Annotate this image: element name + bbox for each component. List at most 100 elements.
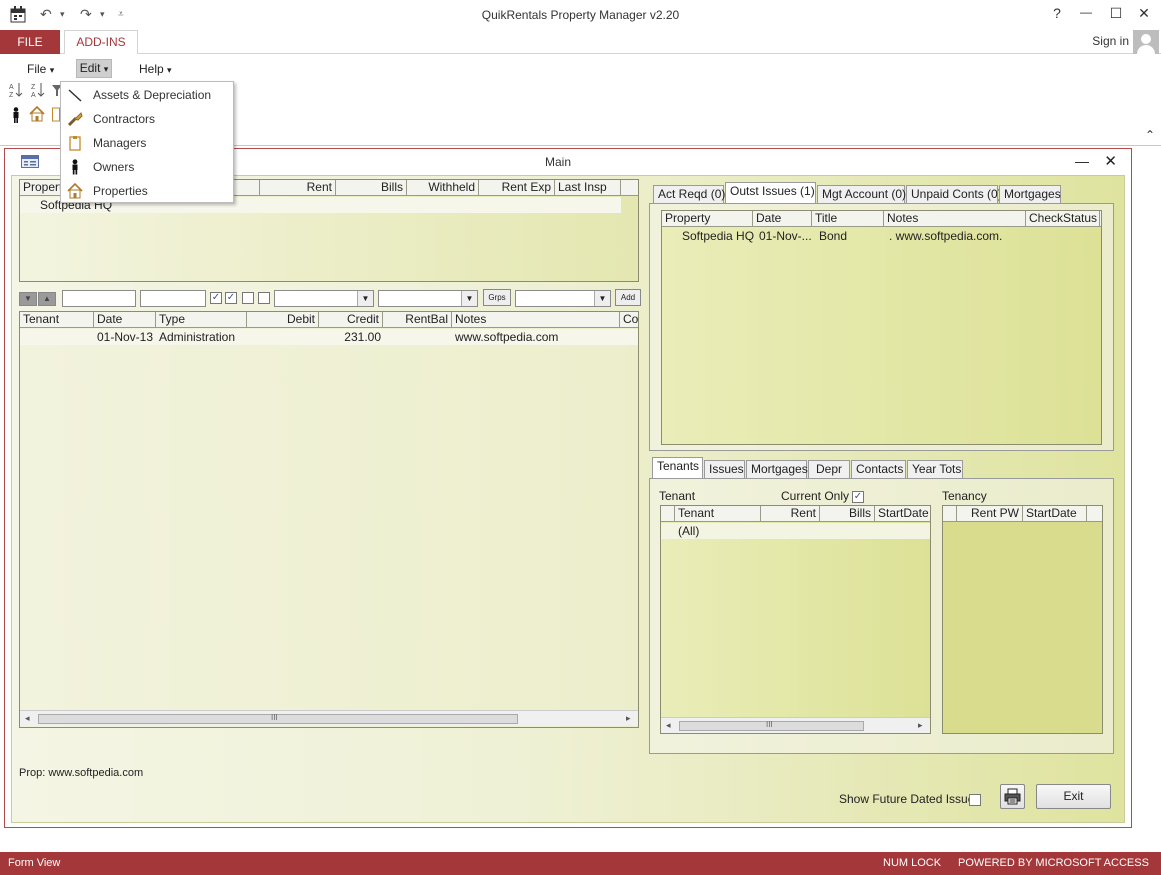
close-button[interactable]: ✕ <box>1132 5 1156 22</box>
print-button[interactable] <box>1000 784 1025 809</box>
table-row[interactable]: (All) <box>661 523 930 539</box>
filter-checkbox-4[interactable] <box>258 292 270 304</box>
form-close-button[interactable]: ✕ <box>1104 152 1117 170</box>
minimize-button[interactable]: — <box>1074 5 1098 19</box>
column-header-notes[interactable]: Notes <box>452 312 620 328</box>
column-header-withheld[interactable]: Withheld <box>407 180 479 196</box>
collapse-ribbon-icon[interactable]: ⌃ <box>1145 128 1155 142</box>
tab-tenants[interactable]: Tenants <box>652 457 703 478</box>
menu-item-managers[interactable]: Managers <box>61 131 233 155</box>
column-header-notes[interactable]: Notes <box>884 211 1026 227</box>
scroll-thumb[interactable]: III <box>38 713 518 724</box>
form-minimize-button[interactable]: — <box>1075 153 1089 169</box>
tenant-hscrollbar[interactable]: ◂ III ▸ <box>661 717 930 733</box>
menu-item-assets-depreciation[interactable]: Assets & Depreciation <box>61 83 233 107</box>
tenant-label: Tenant <box>659 489 696 503</box>
sort-up-button[interactable]: ▲ <box>38 292 56 306</box>
column-header-checkstatus[interactable]: CheckStatus <box>1026 211 1100 227</box>
table-row[interactable]: Softpedia HQ 01-Nov-... Bond . www.softp… <box>662 228 1101 244</box>
managers-icon[interactable] <box>52 106 60 122</box>
tab-issues[interactable]: Issues <box>704 460 745 478</box>
groups-button[interactable]: Grps <box>483 289 511 306</box>
sign-in-link[interactable]: Sign in <box>1092 34 1129 48</box>
show-future-issues-checkbox[interactable] <box>969 794 981 806</box>
svg-text:A: A <box>9 84 14 91</box>
user-avatar-icon[interactable] <box>1133 30 1159 56</box>
menu-item-contractors[interactable]: Contractors <box>61 107 233 131</box>
scroll-right-icon[interactable]: ▸ <box>918 720 923 731</box>
add-button[interactable]: Add <box>615 289 641 306</box>
scroll-thumb[interactable]: III <box>679 720 864 731</box>
sort-descending-icon[interactable]: ZA <box>31 82 45 99</box>
column-header-tenant[interactable]: Tenant <box>20 312 94 328</box>
file-menu[interactable]: File ▾ <box>27 62 54 76</box>
current-only-checkbox[interactable]: ✓ <box>852 491 864 503</box>
maximize-button[interactable]: ☐ <box>1104 5 1128 22</box>
tab-act-reqd[interactable]: Act Reqd (0) <box>653 185 725 203</box>
tab-year-tots[interactable]: Year Tots <box>907 460 963 478</box>
menu-item-properties[interactable]: Properties <box>61 179 233 203</box>
column-header-rent[interactable]: Rent <box>260 180 336 196</box>
column-header-startdate[interactable]: StartDate <box>875 506 930 522</box>
menu-item-label: Properties <box>93 184 148 198</box>
tab-depr[interactable]: Depr <box>808 460 850 478</box>
filter-checkbox-1[interactable]: ✓ <box>210 292 222 304</box>
sort-down-button[interactable]: ▼ <box>19 292 37 306</box>
tab-mortgages-bottom[interactable]: Mortgages <box>746 460 808 478</box>
column-header-debit[interactable]: Debit <box>247 312 319 328</box>
category-filter-combo[interactable]: ▼ <box>378 290 478 307</box>
column-header-date[interactable]: Date <box>753 211 812 227</box>
sort-ascending-icon[interactable]: AZ <box>9 82 23 99</box>
scroll-right-icon[interactable]: ▸ <box>626 713 631 724</box>
group-select-combo[interactable]: ▼ <box>515 290 611 307</box>
filter-checkbox-3[interactable] <box>242 292 254 304</box>
scroll-left-icon[interactable]: ◂ <box>25 713 30 724</box>
properties-icon[interactable] <box>29 105 45 122</box>
chevron-down-icon[interactable]: ▼ <box>594 291 610 306</box>
column-header-bills[interactable]: Bills <box>336 180 407 196</box>
date-filter-input[interactable] <box>140 290 206 307</box>
chevron-down-icon[interactable]: ▼ <box>461 291 477 306</box>
cell-type: Administration <box>159 330 236 344</box>
exit-button[interactable]: Exit <box>1036 784 1111 809</box>
file-tab[interactable]: FILE <box>0 30 60 54</box>
tab-unpaid-conts[interactable]: Unpaid Conts (0) <box>906 185 1002 203</box>
column-header-rent-exp[interactable]: Rent Exp <box>479 180 555 196</box>
tab-mgt-account[interactable]: Mgt Account (0) <box>817 185 906 203</box>
menu-item-owners[interactable]: Owners <box>61 155 233 179</box>
tab-mortgages[interactable]: Mortgages <box>999 185 1061 203</box>
cell-tenant: (All) <box>678 524 700 538</box>
help-menu[interactable]: Help ▾ <box>139 62 172 76</box>
column-header-cor[interactable]: Cor <box>620 312 638 328</box>
column-header-title[interactable]: Title <box>812 211 884 227</box>
help-button[interactable]: ? <box>1045 5 1069 21</box>
tab-contacts[interactable]: Contacts <box>851 460 906 478</box>
cell-date: 01-Nov-... <box>759 229 812 243</box>
transactions-hscrollbar[interactable]: ◂ III ▸ <box>20 710 638 726</box>
column-header-date[interactable]: Date <box>94 312 156 328</box>
column-header-startdate[interactable]: StartDate <box>1023 506 1087 522</box>
filter-checkbox-2[interactable]: ✓ <box>225 292 237 304</box>
column-header-rent[interactable]: Rent <box>761 506 820 522</box>
menu-item-label: Contractors <box>93 112 156 126</box>
column-header-tenant[interactable]: Tenant <box>675 506 761 522</box>
scroll-left-icon[interactable]: ◂ <box>666 720 671 731</box>
column-header-type[interactable]: Type <box>156 312 247 328</box>
type-filter-combo[interactable]: ▼ <box>274 290 374 307</box>
table-row[interactable]: 01-Nov-13 Administration 231.00 www.soft… <box>20 329 638 345</box>
column-header-last-insp[interactable]: Last Insp <box>555 180 621 196</box>
tab-outst-issues[interactable]: Outst Issues (1) <box>725 182 816 203</box>
column-header-property[interactable]: Property <box>662 211 753 227</box>
edit-menu[interactable]: Edit ▾ <box>76 59 112 78</box>
column-header-rent-pw[interactable]: Rent PW <box>957 506 1023 522</box>
owners-icon[interactable] <box>12 107 20 123</box>
menu-item-label: Assets & Depreciation <box>93 88 212 102</box>
addins-tab[interactable]: ADD-INS <box>64 30 138 55</box>
column-header-credit[interactable]: Credit <box>319 312 383 328</box>
chevron-down-icon[interactable]: ▼ <box>357 291 373 306</box>
column-header-bills[interactable]: Bills <box>820 506 875 522</box>
person-icon <box>67 159 83 175</box>
column-header-rentbal[interactable]: RentBal <box>383 312 452 328</box>
scroll-grip-icon: III <box>271 713 278 722</box>
tenant-filter-input[interactable] <box>62 290 136 307</box>
